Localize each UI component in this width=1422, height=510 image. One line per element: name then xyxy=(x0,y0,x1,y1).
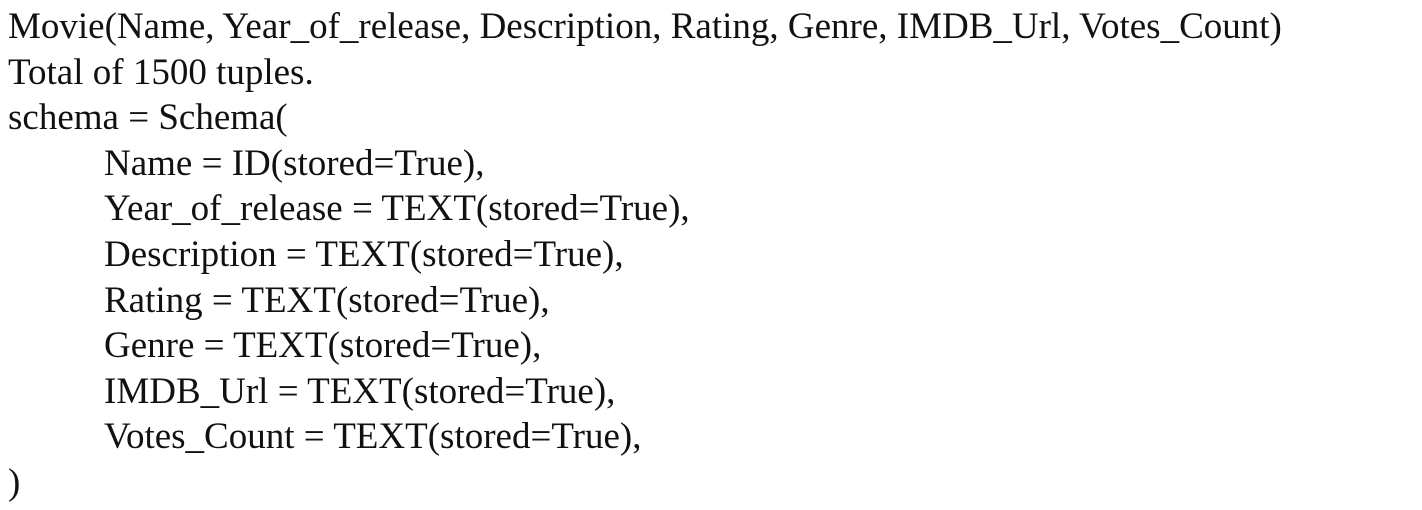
field-rating: Rating = TEXT(stored=True), xyxy=(104,279,550,321)
tuple-count-text: Total of 1500 tuples. xyxy=(8,51,314,93)
field-votes-count: Votes_Count = TEXT(stored=True), xyxy=(104,416,642,458)
field-imdb-url: IMDB_Url = TEXT(stored=True), xyxy=(104,370,616,412)
field-year-of-release: Year_of_release = TEXT(stored=True), xyxy=(104,188,690,230)
schema-open-line: schema = Schema( xyxy=(8,97,288,139)
field-name: Name = ID(stored=True), xyxy=(104,142,485,184)
schema-document: Movie(Name, Year_of_release, Description… xyxy=(8,4,1416,506)
field-description: Description = TEXT(stored=True), xyxy=(104,233,624,275)
field-genre: Genre = TEXT(stored=True), xyxy=(104,325,542,367)
relation-header: Movie(Name, Year_of_release, Description… xyxy=(8,6,1282,47)
schema-close-line: ) xyxy=(8,461,21,503)
